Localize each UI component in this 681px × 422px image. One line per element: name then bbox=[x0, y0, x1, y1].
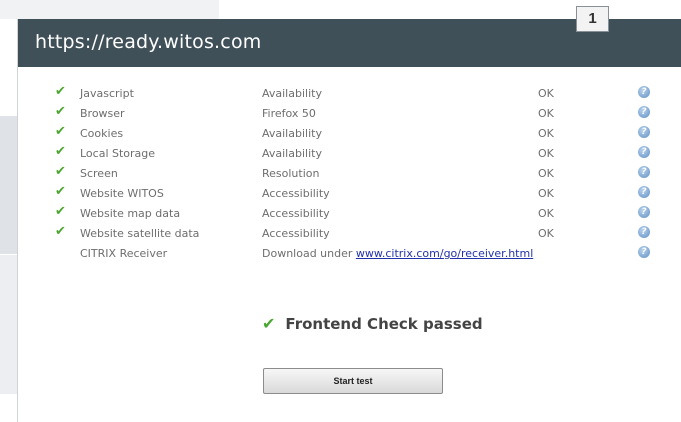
check-name: Local Storage bbox=[80, 147, 156, 160]
check-test: Firefox 50 bbox=[262, 107, 316, 120]
check-name: Website WITOS bbox=[80, 187, 164, 200]
citrix-download-text: Download under bbox=[262, 247, 353, 260]
check-row: ✔ Browser Firefox 50 OK ? bbox=[18, 105, 681, 125]
citrix-download-link[interactable]: www.citrix.com/go/receiver.html bbox=[356, 247, 533, 260]
help-icon[interactable]: ? bbox=[638, 86, 651, 99]
check-name: Screen bbox=[80, 167, 118, 180]
check-row: ✔ Website map data Accessibility OK ? bbox=[18, 205, 681, 225]
check-name: Browser bbox=[80, 107, 125, 120]
check-icon: ✔ bbox=[55, 124, 66, 139]
check-icon: ✔ bbox=[55, 144, 66, 159]
check-test: Accessibility bbox=[262, 207, 330, 220]
check-status: OK bbox=[538, 107, 554, 120]
check-icon: ✔ bbox=[55, 104, 66, 119]
check-row: ✔ Website satellite data Accessibility O… bbox=[18, 225, 681, 245]
background-panel-top bbox=[0, 0, 219, 19]
check-status: OK bbox=[538, 227, 554, 240]
check-status: OK bbox=[538, 127, 554, 140]
check-test: Resolution bbox=[262, 167, 320, 180]
citrix-download: Download under www.citrix.com/go/receive… bbox=[262, 247, 533, 260]
check-test: Availability bbox=[262, 87, 322, 100]
check-row: ✔ Cookies Availability OK ? bbox=[18, 125, 681, 145]
help-icon[interactable]: ? bbox=[638, 146, 651, 159]
check-icon: ✔ bbox=[55, 204, 66, 219]
help-icon[interactable]: ? bbox=[638, 206, 651, 219]
check-test: Accessibility bbox=[262, 187, 330, 200]
check-row: ✔ Website WITOS Accessibility OK ? bbox=[18, 185, 681, 205]
check-test: Availability bbox=[262, 127, 322, 140]
citrix-row: CITRIX Receiver Download under www.citri… bbox=[18, 245, 681, 265]
check-name: Cookies bbox=[80, 127, 124, 140]
check-list: ✔ Javascript Availability OK ? ✔ Browser… bbox=[18, 85, 681, 265]
help-icon[interactable]: ? bbox=[638, 186, 651, 199]
check-row: ✔ Javascript Availability OK ? bbox=[18, 85, 681, 105]
check-name: Website satellite data bbox=[80, 227, 200, 240]
check-status: OK bbox=[538, 187, 554, 200]
check-icon: ✔ bbox=[55, 84, 66, 99]
citrix-name: CITRIX Receiver bbox=[80, 247, 168, 260]
check-status: OK bbox=[538, 87, 554, 100]
help-icon[interactable]: ? bbox=[638, 126, 651, 139]
check-icon: ✔ bbox=[55, 184, 66, 199]
help-icon[interactable]: ? bbox=[638, 106, 651, 119]
help-icon[interactable]: ? bbox=[638, 166, 651, 179]
check-passed-icon: ✔ bbox=[262, 314, 276, 333]
check-row: ✔ Local Storage Availability OK ? bbox=[18, 145, 681, 165]
check-status: OK bbox=[538, 147, 554, 160]
help-icon[interactable]: ? bbox=[638, 246, 651, 259]
check-icon: ✔ bbox=[55, 224, 66, 239]
check-status: OK bbox=[538, 207, 554, 220]
check-window: https://ready.witos.com 1 ✔ Javascript A… bbox=[17, 6, 681, 422]
check-result: ✔ Frontend Check passed bbox=[262, 314, 483, 333]
check-row: ✔ Screen Resolution OK ? bbox=[18, 165, 681, 185]
check-test: Accessibility bbox=[262, 227, 330, 240]
check-icon: ✔ bbox=[55, 164, 66, 179]
check-name: Website map data bbox=[80, 207, 181, 220]
step-badge: 1 bbox=[576, 6, 609, 32]
check-result-text: Frontend Check passed bbox=[285, 315, 483, 333]
start-test-button[interactable]: Start test bbox=[263, 368, 443, 394]
check-test: Availability bbox=[262, 147, 322, 160]
check-status: OK bbox=[538, 167, 554, 180]
check-name: Javascript bbox=[80, 87, 134, 100]
help-icon[interactable]: ? bbox=[638, 226, 651, 239]
window-url: https://ready.witos.com bbox=[35, 31, 262, 53]
